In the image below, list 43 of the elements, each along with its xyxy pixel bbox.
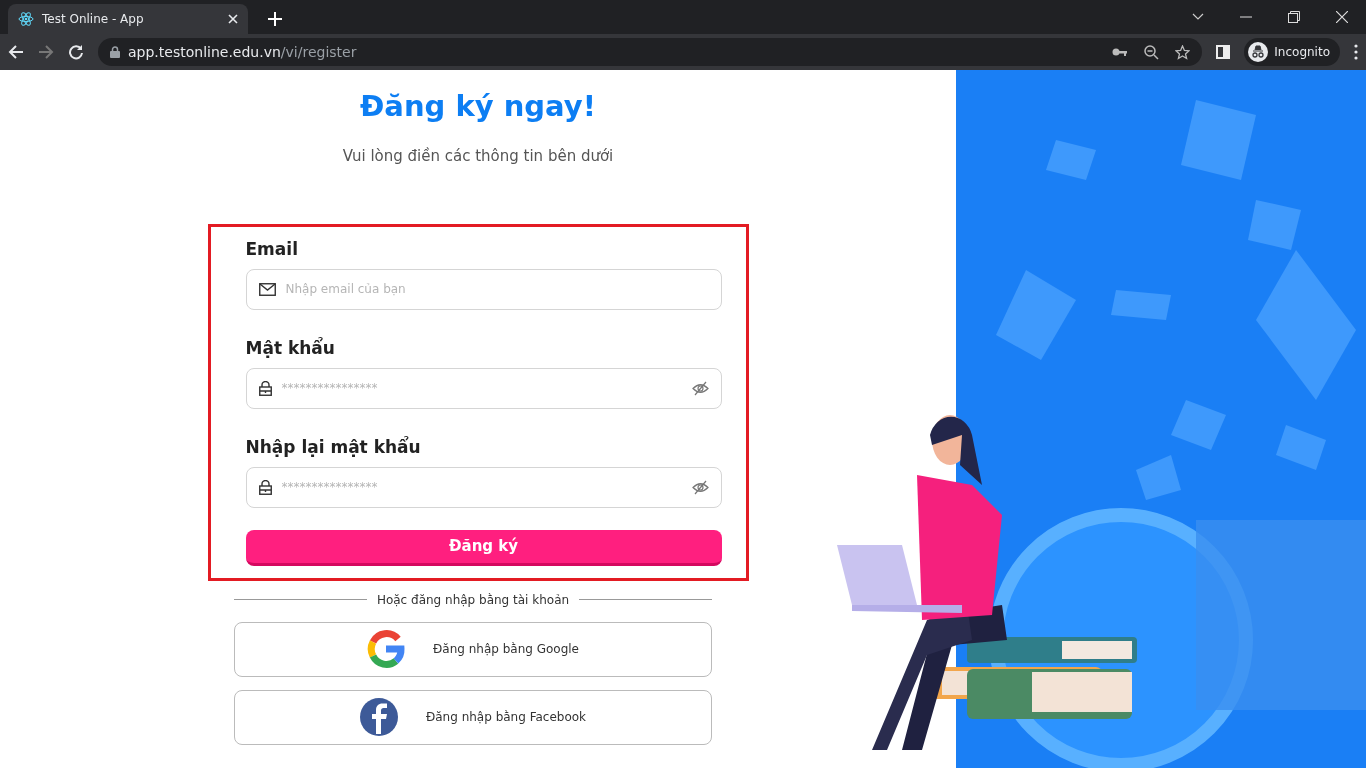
text-input[interactable]: Nhập email của bạn [283,279,709,299]
close-icon[interactable] [228,14,238,24]
text-input[interactable]: **************** [279,378,684,398]
url-text: app.testonline.edu.vn/vi/register [128,42,357,62]
back-arrow-icon[interactable] [8,44,24,60]
chevron-down-icon[interactable] [1192,13,1204,21]
browser-tab[interactable]: Test Online - App [8,4,248,34]
star-icon[interactable] [1175,44,1191,60]
forward-arrow-icon[interactable] [38,44,54,60]
envelope-icon [258,282,276,296]
password-field[interactable]: **************** [245,367,722,409]
close-icon[interactable] [1336,11,1348,23]
hidden-eye-icon[interactable] [691,380,709,396]
side-panel-icon[interactable] [1216,45,1231,59]
page-title: Đăng ký ngay! [360,88,596,125]
hidden-eye-icon[interactable] [691,479,709,495]
email-field[interactable]: Nhập email của bạn [245,268,722,310]
restore-icon[interactable] [1288,11,1300,23]
atom-icon [18,11,34,27]
facebook-login-button[interactable]: Đăng nhập bằng Facebook [234,689,712,745]
facebook-f-icon [359,698,398,736]
new-tab-icon[interactable] [268,12,282,26]
reload-icon[interactable] [68,44,84,60]
page-subtitle: Vui lòng điền các thông tin bên dưới [342,146,614,167]
google-g-icon [367,630,405,668]
google-login-button[interactable]: Đăng nhập bằng Google [234,621,712,677]
tab-title: Test Online - App [42,11,145,28]
lock-icon [258,479,272,495]
field-label: Nhập lại mật khẩu [245,435,422,459]
lock-icon [110,46,120,58]
incognito-icon [1248,42,1269,62]
divider-text: Hoặc đăng nhập bằng tài khoản [376,591,570,609]
key-icon[interactable] [1112,47,1129,57]
zoom-out-icon[interactable] [1144,44,1160,60]
register-button[interactable]: Đăng ký [245,529,722,566]
text-input[interactable]: **************** [279,477,684,497]
password-field[interactable]: **************** [245,466,722,508]
address-bar[interactable]: app.testonline.edu.vn/vi/register [98,38,1203,66]
incognito-profile-button[interactable]: Incognito [1244,38,1340,66]
field-label: Email [245,237,299,261]
lock-icon [258,380,272,396]
field-label: Mật khẩu [245,336,336,360]
more-menu-icon[interactable] [1354,44,1358,60]
